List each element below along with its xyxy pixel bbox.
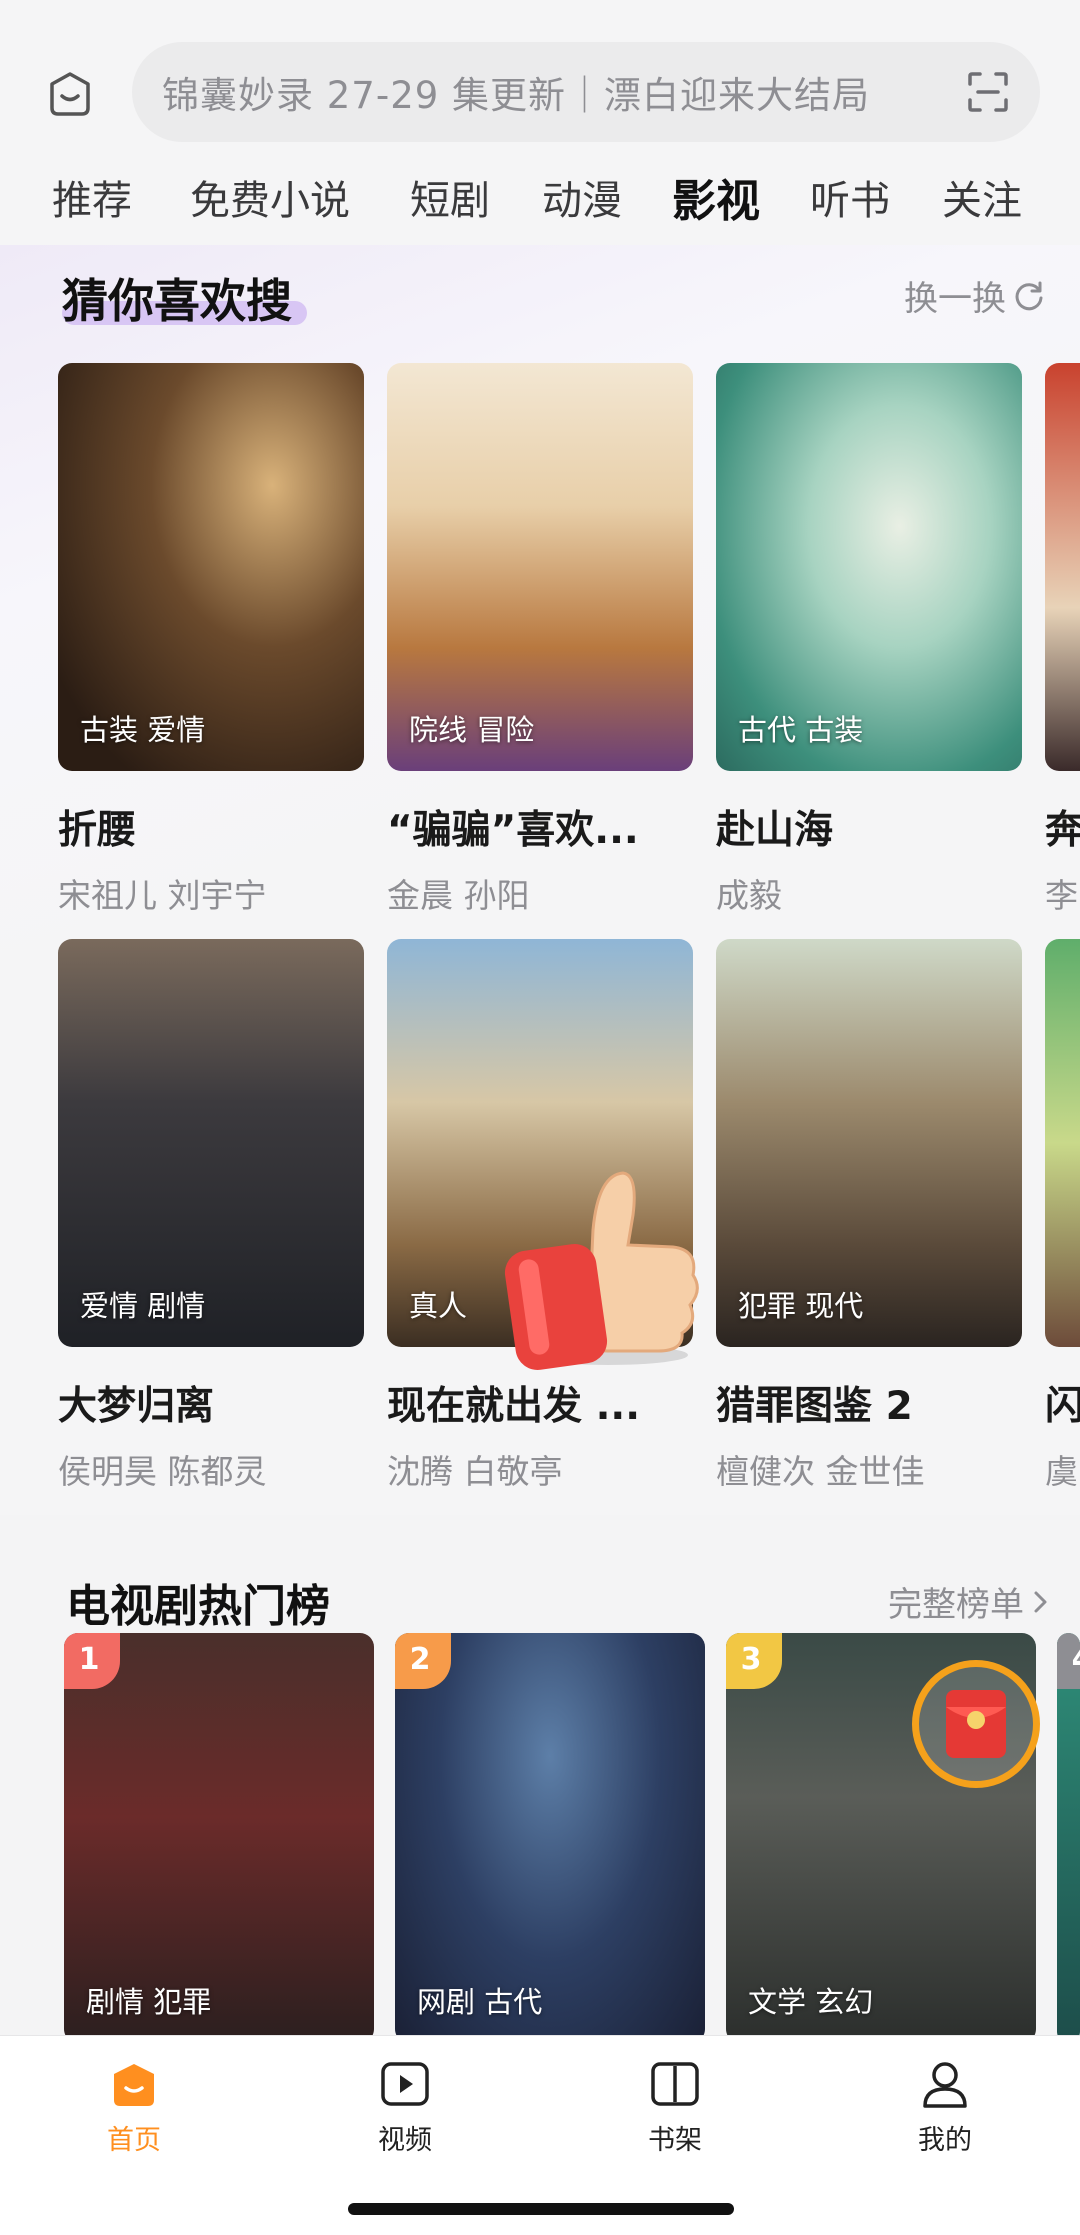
refresh-icon (1015, 281, 1043, 310)
poster-tags: 古装 爱情 (80, 713, 206, 747)
hot-section-title: 电视剧热门榜 (66, 1581, 330, 1632)
tab-recommend[interactable]: 推荐 (52, 168, 132, 226)
nav-profile[interactable]: 我的 (875, 2056, 1015, 2157)
card-cast: 侯明昊 陈都灵 (58, 1452, 267, 1491)
poster-image: 古装 爱情 (58, 363, 364, 771)
search-bar[interactable]: 锦囊妙录 27-29 集更新｜漂白迎来大结局 (132, 42, 1040, 142)
tab-following[interactable]: 关注 (942, 168, 1022, 226)
rank-badge: 1 (64, 1633, 120, 1689)
tab-short-drama[interactable]: 短剧 (410, 168, 490, 226)
tab-free-novel[interactable]: 免费小说 (190, 168, 350, 226)
poster-image (1057, 1633, 1080, 2035)
poster-tags: 文学 玄幻 (748, 1985, 874, 2019)
card-title: 猎罪图鉴 2 (716, 1384, 913, 1429)
poster-tags: 古代 古装 (738, 713, 864, 747)
poster-tags: 真人 (409, 1289, 468, 1323)
card-title: 现在就出发 ... (387, 1384, 641, 1429)
poster-image: 犯罪 现代 (716, 939, 1022, 1347)
video-card[interactable]: 古代 古装 赴山海 成毅 (716, 363, 1022, 917)
video-card[interactable]: 古装 爱情 折腰 宋祖儿 刘宇宁 (58, 363, 364, 917)
card-title: 大梦归离 (58, 1384, 215, 1429)
top-header: 锦囊妙录 27-29 集更新｜漂白迎来大结局 推荐 免费小说 短剧 动漫 影视 … (0, 0, 1080, 245)
video-card[interactable]: 犯罪 现代 猎罪图鉴 2 檀健次 金世佳 (716, 939, 1022, 1493)
poster-tags: 院线 冒险 (409, 713, 535, 747)
book-icon (647, 2056, 703, 2112)
video-card-partial[interactable]: 闪 虞 (1045, 939, 1080, 1493)
card-cast: 沈腾 白敬亭 (387, 1452, 563, 1491)
nav-video[interactable]: 视频 (335, 2056, 475, 2157)
poster-image: 古代 古装 (716, 363, 1022, 771)
card-title: 闪 (1045, 1384, 1080, 1429)
nav-home[interactable]: 首页 (64, 2056, 204, 2157)
chevron-right-icon (1034, 1591, 1047, 1612)
guess-section-header: 猜你喜欢搜 (62, 265, 307, 331)
section-title: 猜你喜欢搜 (62, 274, 292, 328)
poster-image (64, 1633, 374, 2035)
full-list-label: 完整榜单 (888, 1585, 1024, 1625)
home-icon (106, 2056, 162, 2112)
red-packet-button[interactable] (912, 1660, 1040, 1788)
main-content[interactable]: 猜你喜欢搜 换一换 古装 爱情 折腰 宋祖儿 刘宇宁 院线 冒险 “骗骗”喜欢.… (0, 245, 1080, 2035)
tab-audiobook[interactable]: 听书 (810, 168, 890, 226)
rank-badge: 2 (395, 1633, 451, 1689)
card-cast: 檀健次 金世佳 (716, 1452, 925, 1491)
tab-anime[interactable]: 动漫 (542, 168, 622, 226)
red-envelope-icon (946, 1690, 1006, 1758)
poster-tags: 网剧 古代 (417, 1985, 543, 2019)
rank-badge: 4 (1057, 1633, 1080, 1689)
profile-icon (917, 2056, 973, 2112)
thumbs-up-icon[interactable] (498, 1155, 713, 1375)
search-placeholder: 锦囊妙录 27-29 集更新｜漂白迎来大结局 (162, 74, 871, 117)
nav-bookshelf[interactable]: 书架 (605, 2056, 745, 2157)
bottom-nav: 首页 视频 书架 我的 (0, 2035, 1080, 2235)
rank-card-partial[interactable]: 4 (1057, 1633, 1080, 2035)
rank-card[interactable]: 2 网剧 古代 (395, 1633, 705, 2035)
card-title: “骗骗”喜欢... (387, 808, 639, 853)
card-cast: 金晨 孙阳 (387, 876, 530, 915)
nav-video-label: 视频 (378, 2125, 432, 2156)
poster-image: 爱情 剧情 (58, 939, 364, 1347)
app-logo-icon[interactable] (38, 62, 102, 126)
card-title: 赴山海 (716, 808, 834, 853)
video-card-partial[interactable]: 奔 李 (1045, 363, 1080, 917)
card-cast: 成毅 (716, 876, 782, 915)
video-card[interactable]: 院线 冒险 “骗骗”喜欢... 金晨 孙阳 (387, 363, 693, 917)
swap-button[interactable]: 换一换 (904, 271, 1046, 320)
poster-image (1045, 363, 1080, 771)
rank-badge: 3 (726, 1633, 782, 1689)
category-tabs: 推荐 免费小说 短剧 动漫 影视 听书 关注 (0, 168, 1080, 228)
card-title: 奔 (1045, 808, 1080, 853)
poster-image (395, 1633, 705, 2035)
nav-bookshelf-label: 书架 (648, 2125, 702, 2156)
scan-icon[interactable] (966, 70, 1010, 114)
full-list-link[interactable]: 完整榜单 (888, 1577, 1052, 1626)
poster-tags: 犯罪 现代 (738, 1289, 864, 1323)
card-title: 折腰 (58, 808, 137, 853)
play-icon (377, 2056, 433, 2112)
card-cast: 李 (1045, 876, 1078, 915)
poster-tags: 剧情 犯罪 (86, 1985, 212, 2019)
poster-tags: 爱情 剧情 (80, 1289, 206, 1323)
rank-card[interactable]: 1 剧情 犯罪 (64, 1633, 374, 2035)
tab-film-tv[interactable]: 影视 (672, 165, 760, 229)
poster-image (1045, 939, 1080, 1347)
card-cast: 宋祖儿 刘宇宁 (58, 876, 267, 915)
card-cast: 虞 (1045, 1452, 1078, 1491)
nav-home-label: 首页 (107, 2125, 161, 2156)
swap-label: 换一换 (904, 279, 1006, 319)
nav-profile-label: 我的 (918, 2125, 972, 2156)
poster-image: 院线 冒险 (387, 363, 693, 771)
home-indicator[interactable] (348, 2203, 734, 2215)
video-card[interactable]: 爱情 剧情 大梦归离 侯明昊 陈都灵 (58, 939, 364, 1493)
